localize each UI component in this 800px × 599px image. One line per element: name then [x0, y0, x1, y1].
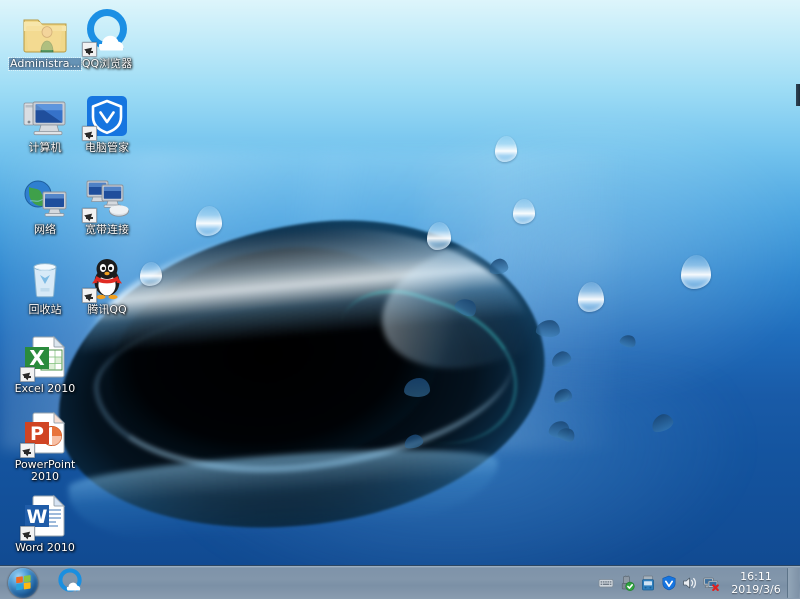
- broadband-icon: [82, 174, 131, 223]
- show-desktop-button[interactable]: [787, 567, 799, 598]
- desktop-icon-pc-manager[interactable]: 电脑管家: [69, 92, 145, 154]
- qq-penguin-icon: [82, 254, 131, 303]
- desktop-icon-word-2010[interactable]: W Word 2010: [7, 492, 83, 554]
- network-disconnected-icon[interactable]: [703, 575, 719, 591]
- desktop-icon-broadband-connection[interactable]: 宽带连接: [69, 174, 145, 236]
- network-icon: [21, 174, 69, 222]
- shortcut-arrow-icon: [20, 443, 35, 458]
- desktop-icon-label: 网络: [34, 223, 56, 236]
- svg-text:W: W: [27, 506, 48, 528]
- user-folder-icon: [21, 8, 69, 56]
- taskbar-item-qq-browser[interactable]: [53, 567, 87, 598]
- desktop-icon-grid: Administra... QQ浏览器 计算机 电脑管家 网络 宽带连接 回收站…: [0, 0, 800, 565]
- keyboard-ime-icon[interactable]: [598, 575, 614, 591]
- word-icon: W: [20, 492, 69, 541]
- shortcut-arrow-icon: [20, 526, 35, 541]
- clock-date: 2019/3/6: [731, 582, 781, 596]
- desktop-icon-powerpoint-2010[interactable]: P PowerPoint 2010: [7, 409, 83, 483]
- computer-icon: [21, 92, 69, 140]
- speaker-volume-icon[interactable]: [682, 575, 698, 591]
- system-tray[interactable]: 16:11 2019/3/6: [592, 566, 800, 599]
- desktop-icon-label: Word 2010: [15, 541, 75, 554]
- svg-text:P: P: [30, 423, 44, 445]
- desktop-icon-label: QQ浏览器: [81, 57, 133, 70]
- qq-browser-icon: [57, 567, 83, 598]
- shortcut-arrow-icon: [82, 42, 97, 57]
- desktop-icon-label: 宽带连接: [85, 223, 129, 236]
- tray-icon-list[interactable]: [592, 575, 725, 591]
- taskbar[interactable]: 16:11 2019/3/6: [0, 565, 800, 599]
- pc-manager-shield-icon[interactable]: [661, 575, 677, 591]
- desktop-icon-tencent-qq[interactable]: 腾讯QQ: [69, 254, 145, 316]
- qq-browser-icon: [82, 8, 131, 57]
- powerpoint-icon: P: [20, 409, 69, 458]
- excel-icon: X: [20, 333, 69, 382]
- desktop-icon-label: Excel 2010: [14, 382, 76, 395]
- taskbar-clock[interactable]: 16:11 2019/3/6: [725, 566, 787, 599]
- windows-start-orb-icon: [8, 567, 38, 598]
- pc-manager-icon: [82, 92, 131, 141]
- desktop-icon-label: 电脑管家: [85, 141, 129, 154]
- clock-time: 16:11: [740, 569, 772, 583]
- shortcut-arrow-icon: [82, 288, 97, 303]
- desktop[interactable]: Administra... QQ浏览器 计算机 电脑管家 网络 宽带连接 回收站…: [0, 0, 800, 599]
- desktop-icon-label: 回收站: [28, 303, 62, 316]
- taskbar-quicklaunch[interactable]: [53, 567, 87, 598]
- desktop-icon-label: 计算机: [28, 141, 62, 154]
- usb-device-icon[interactable]: [640, 575, 656, 591]
- desktop-icon-qq-browser[interactable]: QQ浏览器: [69, 8, 145, 70]
- safely-remove-hardware-icon[interactable]: [619, 575, 635, 591]
- desktop-icon-excel-2010[interactable]: X Excel 2010: [7, 333, 83, 395]
- desktop-icon-label: 腾讯QQ: [87, 303, 127, 316]
- shortcut-arrow-icon: [82, 126, 97, 141]
- recycle-bin-icon: [21, 254, 69, 302]
- start-button[interactable]: [1, 567, 45, 599]
- shortcut-arrow-icon: [82, 208, 97, 223]
- shortcut-arrow-icon: [20, 367, 35, 382]
- desktop-icon-label: PowerPoint 2010: [14, 458, 76, 483]
